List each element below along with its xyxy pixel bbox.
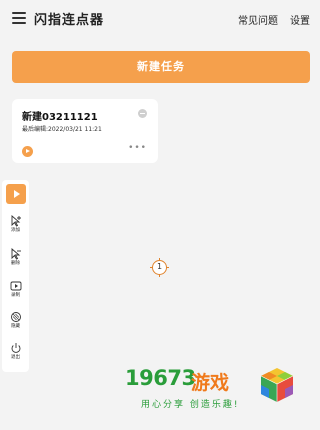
toolbar-remove-label: 删除: [11, 261, 20, 266]
watermark-slogan: 用心分享 创造乐趣!: [141, 400, 240, 410]
toolbar-add-button[interactable]: 添加: [2, 215, 29, 234]
toolbar-hide-label: 隐藏: [11, 324, 20, 329]
play-button[interactable]: [6, 184, 26, 204]
toolbar-exit-button[interactable]: 退出: [2, 342, 29, 361]
settings-link[interactable]: 设置: [290, 12, 310, 27]
power-icon: [11, 343, 20, 353]
app-header: 闪指连点器 常见问题 设置: [0, 0, 320, 38]
watermark-brand-text: 游戏: [191, 372, 230, 394]
record-icon: [10, 281, 21, 291]
remove-click-point-icon: [11, 248, 21, 260]
faq-link[interactable]: 常见问题: [238, 12, 278, 27]
new-task-button[interactable]: 新建任务: [12, 51, 310, 83]
task-last-edit: 最后编辑:2022/03/21 11:21: [22, 126, 102, 133]
toolbar-hide-button[interactable]: 隐藏: [2, 311, 29, 330]
watermark: 19673 游戏 用心分享 创造乐趣!: [125, 366, 305, 416]
watermark-number: 19673: [125, 366, 196, 390]
toolbar-exit-label: 退出: [11, 355, 20, 360]
run-task-icon[interactable]: [22, 146, 33, 157]
floating-toolbar: 添加 删除 录制 隐藏 退出: [2, 180, 29, 372]
task-card[interactable]: 新建03211121 最后编辑:2022/03/21 11:21 •••: [12, 99, 158, 163]
toolbar-add-label: 添加: [11, 228, 20, 233]
edit-task-icon[interactable]: [138, 109, 147, 118]
hamburger-menu-icon[interactable]: [12, 12, 26, 24]
add-click-point-icon: [11, 215, 21, 227]
toolbar-record-button[interactable]: 录制: [2, 280, 29, 299]
click-point-number: 1: [156, 262, 163, 271]
app-title: 闪指连点器: [34, 13, 105, 28]
toolbar-record-label: 录制: [11, 293, 20, 298]
task-name: 新建03211121: [22, 112, 98, 123]
more-options-icon[interactable]: •••: [128, 143, 147, 153]
watermark-cube-logo-icon: [260, 368, 294, 402]
toolbar-remove-button[interactable]: 删除: [2, 248, 29, 267]
hide-icon: [10, 312, 21, 322]
click-point-marker[interactable]: 1: [150, 258, 169, 277]
